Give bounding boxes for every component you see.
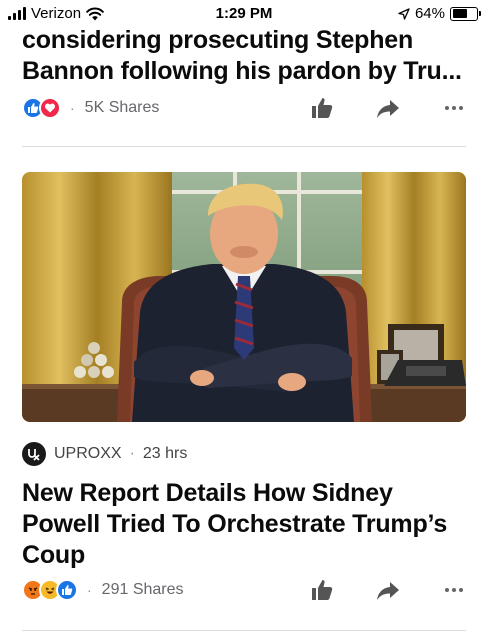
meta-separator: · xyxy=(129,445,135,462)
article-time: 23 hrs xyxy=(142,445,188,462)
source-name[interactable]: UPROXX xyxy=(54,445,122,463)
shares-count[interactable]: 291 Shares xyxy=(102,581,184,599)
thumbs-up-icon xyxy=(312,580,333,600)
meta-separator: · xyxy=(70,100,75,116)
battery-level xyxy=(452,9,468,18)
more-icon xyxy=(445,106,463,110)
article-headline[interactable]: New Report Details How Sidney Powell Tri… xyxy=(22,478,472,571)
article-source-row: UPROXX · 23 hrs xyxy=(22,442,187,466)
article-headline[interactable]: considering prosecuting Stephen Bannon f… xyxy=(22,25,472,87)
more-icon xyxy=(445,588,463,592)
share-button[interactable] xyxy=(376,578,400,602)
uproxx-logo-icon xyxy=(24,444,44,464)
article-meta-row: · 5K Shares xyxy=(22,94,466,122)
more-options-button[interactable] xyxy=(442,96,466,120)
share-button[interactable] xyxy=(376,96,400,120)
reaction-summary[interactable] xyxy=(22,579,78,601)
status-right: 64% xyxy=(398,5,481,22)
share-arrow-icon xyxy=(377,582,399,600)
more-options-button[interactable] xyxy=(442,578,466,602)
source-logo[interactable] xyxy=(22,442,46,466)
article-actions xyxy=(310,96,466,120)
share-arrow-icon xyxy=(377,100,399,118)
article-meta-row: · 291 Shares xyxy=(22,576,466,604)
article-image[interactable] xyxy=(22,172,466,422)
article-actions xyxy=(310,578,466,602)
feed-divider xyxy=(22,146,466,147)
reaction-summary[interactable] xyxy=(22,97,61,119)
location-arrow-icon xyxy=(398,7,410,20)
shares-count[interactable]: 5K Shares xyxy=(85,99,160,117)
like-button[interactable] xyxy=(310,96,334,120)
meta-separator: · xyxy=(87,582,92,598)
like-icon xyxy=(56,579,78,601)
status-bar: Verizon 1:29 PM 64% xyxy=(0,0,488,28)
battery-icon xyxy=(450,6,481,21)
love-icon xyxy=(39,97,61,119)
feed-divider xyxy=(22,630,466,631)
thumbs-up-icon xyxy=(312,98,333,118)
oval-office-photo xyxy=(22,172,466,422)
like-button[interactable] xyxy=(310,578,334,602)
battery-percent: 64% xyxy=(414,5,445,22)
